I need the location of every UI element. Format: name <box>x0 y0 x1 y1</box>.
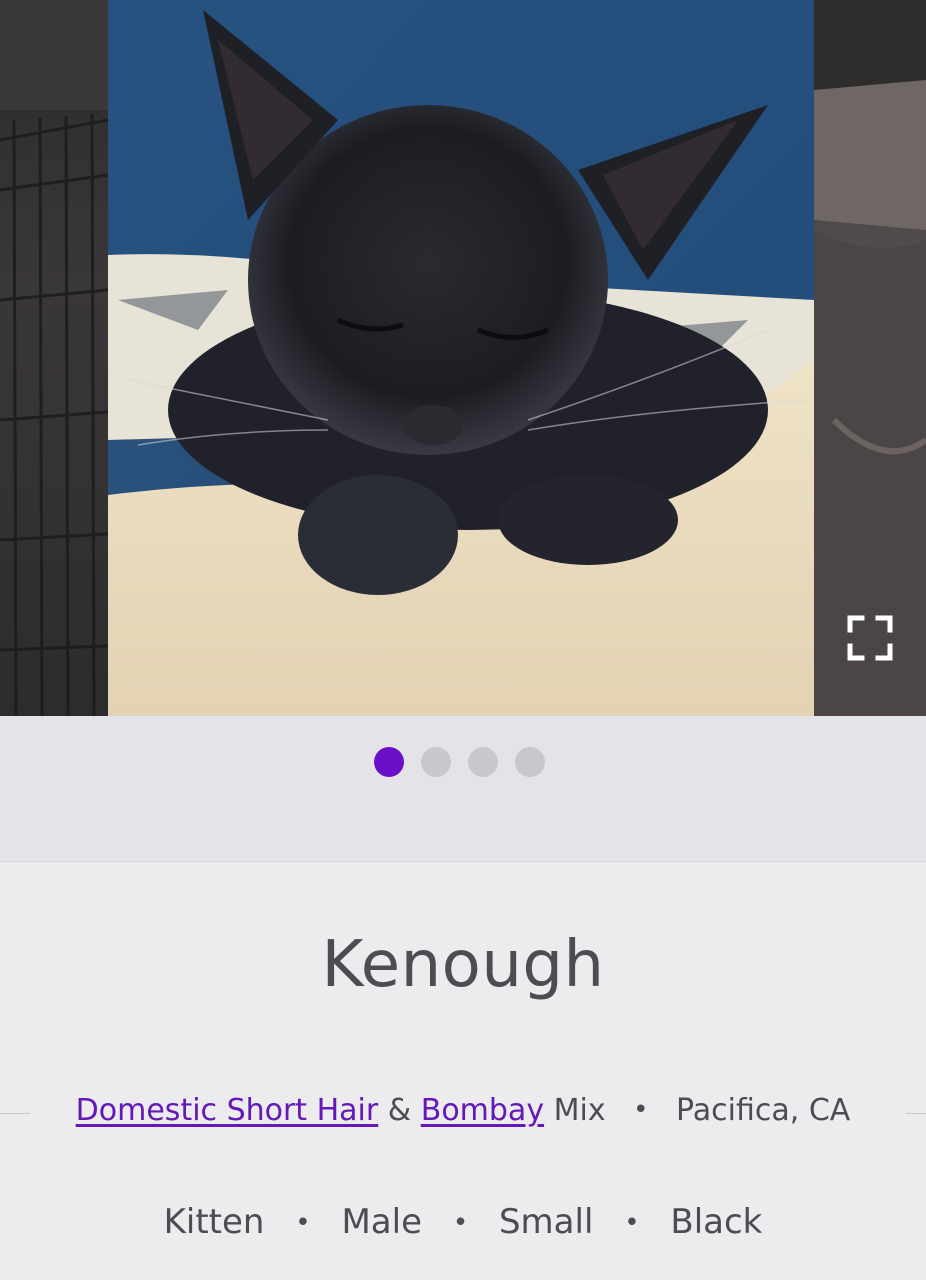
carousel-pagination-area <box>0 716 926 861</box>
size-attribute: Small <box>498 1202 594 1242</box>
separator-dot: • <box>452 1208 469 1238</box>
breed-suffix: Mix <box>553 1093 606 1128</box>
primary-breed-link[interactable]: Domestic Short Hair <box>76 1093 379 1128</box>
breed-location-line: Domestic Short Hair & Bombay Mix • Pacif… <box>0 1093 926 1128</box>
color-attribute: Black <box>670 1202 763 1242</box>
pet-attributes: Kitten • Male • Small • Black <box>0 1202 926 1242</box>
secondary-breed-link[interactable]: Bombay <box>421 1093 544 1128</box>
wire-crate-image <box>0 0 108 716</box>
fullscreen-expand-icon <box>847 615 893 661</box>
fullscreen-expand-button[interactable] <box>840 608 900 668</box>
pet-name: Kenough <box>321 928 605 1002</box>
pet-location: Pacifica, CA <box>676 1093 851 1128</box>
age-attribute: Kitten <box>163 1202 265 1242</box>
pagination-dot-4[interactable] <box>515 747 545 777</box>
pagination-dot-2[interactable] <box>421 747 451 777</box>
separator-dot: • <box>633 1095 649 1125</box>
previous-photo-peek[interactable] <box>0 0 108 716</box>
sex-attribute: Male <box>341 1202 422 1242</box>
main-pet-photo[interactable] <box>108 0 814 716</box>
separator-dot: • <box>295 1208 311 1238</box>
photo-carousel[interactable] <box>0 0 926 716</box>
kitten-photo <box>108 0 814 716</box>
pagination-dot-3[interactable] <box>468 747 498 777</box>
carousel-pagination <box>374 747 545 777</box>
pagination-dot-1[interactable] <box>374 747 404 777</box>
separator-dot: • <box>624 1208 640 1238</box>
breed-connector: & <box>387 1093 412 1128</box>
